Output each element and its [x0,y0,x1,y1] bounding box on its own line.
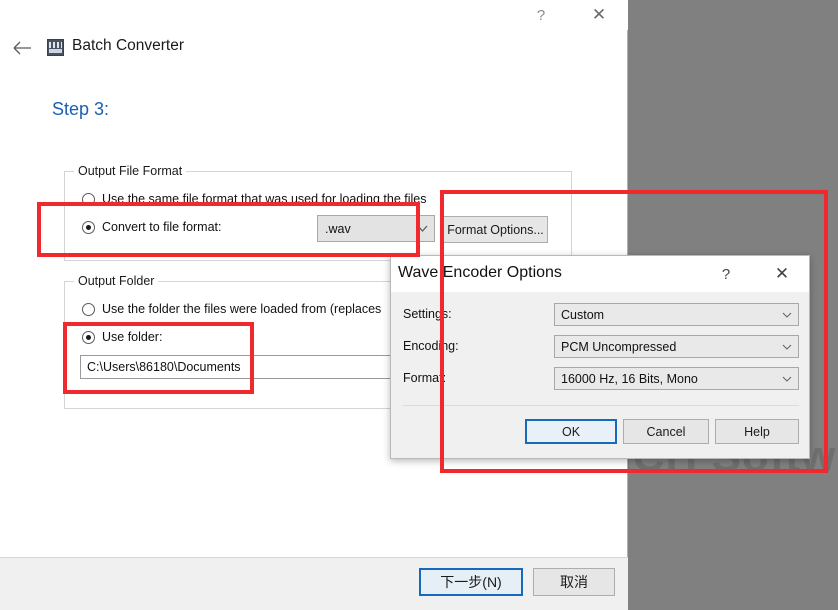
radio-use-same-format[interactable]: Use the same file format that was used f… [82,192,426,206]
radio-icon-convert-to-format [82,220,95,234]
divider [403,405,799,406]
wave-help-icon[interactable]: ? [705,256,747,292]
chevron-down-icon [776,336,798,357]
next-button[interactable]: 下一步(N) [419,568,523,596]
main-titlebar: ? ✕ [0,0,628,30]
radio-convert-to-format[interactable]: Convert to file format: [82,220,222,234]
close-icon[interactable]: ✕ [576,0,622,30]
file-format-select[interactable]: .wav [317,215,435,242]
radio-icon-use-same-format [82,192,95,206]
chevron-down-icon [410,216,434,241]
settings-value: Custom [561,307,605,322]
back-arrow-icon[interactable] [10,36,36,60]
format-options-button[interactable]: Format Options... [443,216,548,243]
format-select[interactable]: 16000 Hz, 16 Bits, Mono [554,367,799,390]
encoding-select[interactable]: PCM Uncompressed [554,335,799,358]
radio-icon-use-folder [82,330,95,344]
page-title: Batch Converter [72,37,184,54]
radio-icon-use-original-folder [82,302,95,316]
screen: NCH Softw ? ✕ Batch Converter Step 3: Ou… [0,0,838,610]
settings-select[interactable]: Custom [554,303,799,326]
output-folder-legend: Output Folder [74,274,159,288]
step-heading: Step 3: [52,99,110,119]
dialog-cancel-button[interactable]: Cancel [623,419,709,444]
encoding-value: PCM Uncompressed [561,339,677,354]
ok-button[interactable]: OK [525,419,617,444]
format-label: Format: [403,371,447,385]
dialog-help-button[interactable]: Help [715,419,799,444]
format-value: 16000 Hz, 16 Bits, Mono [561,371,698,386]
chevron-down-icon [776,304,798,325]
wave-dialog-title: Wave Encoder Options [398,264,562,281]
wave-dialog-titlebar: Wave Encoder Options ? ✕ [391,256,809,292]
radio-label-use-original-folder: Use the folder the files were loaded fro… [102,302,382,316]
chevron-down-icon [776,368,798,389]
cancel-button[interactable]: 取消 [533,568,615,596]
wave-close-icon[interactable]: ✕ [761,256,803,292]
radio-use-folder[interactable]: Use folder: [82,330,162,344]
radio-label-use-folder: Use folder: [102,330,163,344]
settings-label: Settings: [403,307,452,321]
file-format-value: .wav [325,221,351,236]
batch-converter-icon [47,39,64,56]
output-folder-path-value: C:\Users\86180\Documents [87,360,241,374]
radio-label-convert-to-format: Convert to file format: [102,220,222,234]
radio-label-use-same-format: Use the same file format that was used f… [102,192,427,206]
encoding-label: Encoding: [403,339,459,353]
help-icon[interactable]: ? [518,0,564,30]
radio-use-original-folder[interactable]: Use the folder the files were loaded fro… [82,302,381,316]
output-file-format-legend: Output File Format [74,164,187,178]
wave-encoder-options-dialog: Wave Encoder Options ? ✕ Settings: Custo… [390,255,810,459]
